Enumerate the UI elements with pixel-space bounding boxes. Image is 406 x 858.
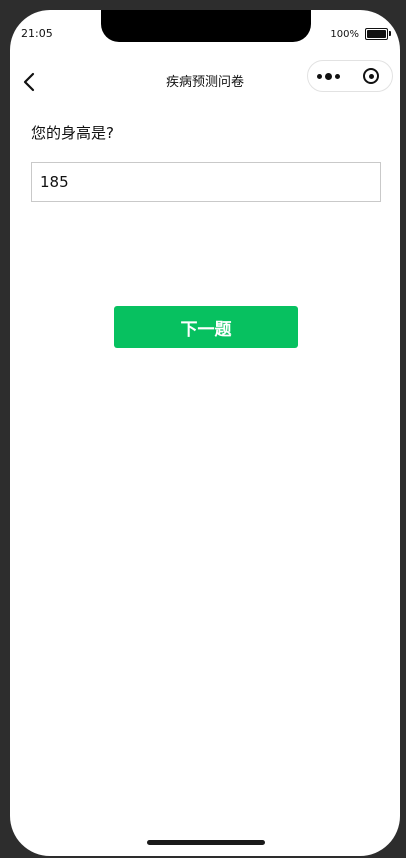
next-question-button[interactable]: 下一题	[114, 306, 298, 348]
close-miniprogram-button[interactable]	[350, 61, 392, 91]
phone-screen: 21:05 100% 疾病预测问卷 您的身高是? 下一题	[10, 10, 400, 856]
height-input[interactable]	[31, 162, 381, 202]
battery-percentage: 100%	[330, 28, 359, 40]
status-right: 100%	[330, 28, 391, 40]
more-dots-icon	[317, 73, 323, 79]
status-time: 21:05	[21, 27, 53, 40]
device-notch	[101, 10, 311, 42]
more-dots-icon-center	[325, 72, 333, 80]
more-dots-icon-right	[335, 73, 341, 79]
target-close-icon	[363, 68, 380, 84]
question-text: 您的身高是?	[31, 124, 114, 142]
home-indicator[interactable]	[147, 840, 265, 845]
miniprogram-capsule	[307, 60, 393, 92]
more-button[interactable]	[308, 61, 350, 91]
battery-icon	[365, 28, 391, 40]
